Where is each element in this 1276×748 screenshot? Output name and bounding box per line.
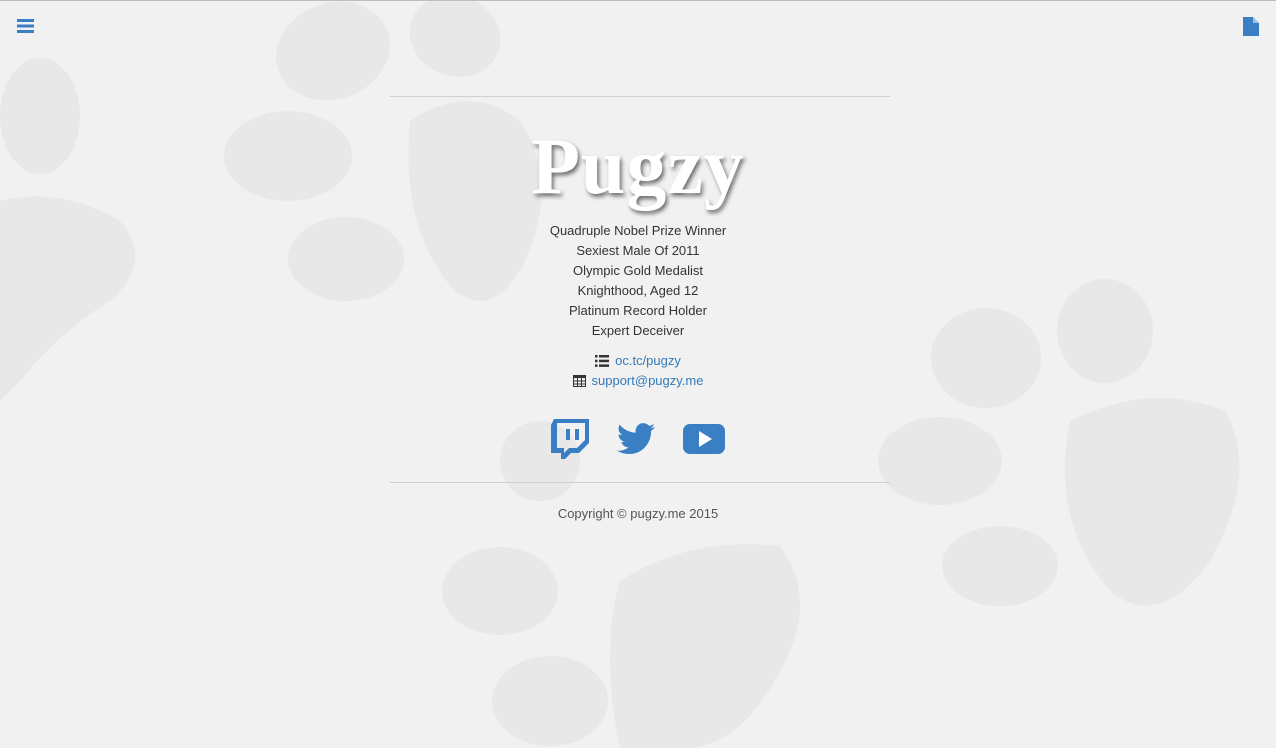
youtube-link[interactable] bbox=[683, 424, 725, 454]
table-icon bbox=[572, 375, 586, 387]
menu-button[interactable] bbox=[14, 15, 36, 37]
twitch-link[interactable] bbox=[551, 419, 589, 459]
credit-item: Expert Deceiver bbox=[591, 323, 685, 338]
bottom-divider bbox=[390, 482, 890, 483]
credit-item: Quadruple Nobel Prize Winner bbox=[549, 223, 727, 238]
contact-row-email: support@pugzy.me bbox=[0, 371, 1276, 391]
page-title: Pugzy bbox=[531, 123, 745, 211]
copyright-text: Copyright © pugzy.me 2015 bbox=[557, 506, 719, 521]
youtube-icon bbox=[683, 424, 725, 454]
contact-links: oc.tc/pugzy support@pugzy.me bbox=[0, 351, 1276, 391]
credit-item: Platinum Record Holder bbox=[568, 303, 707, 318]
top-divider bbox=[390, 96, 890, 97]
social-links bbox=[0, 419, 1276, 459]
list-icon bbox=[595, 355, 610, 367]
twitter-icon bbox=[617, 423, 655, 455]
file-icon bbox=[1243, 16, 1259, 36]
credit-item: Olympic Gold Medalist bbox=[572, 263, 704, 278]
credit-item: Knighthood, Aged 12 bbox=[577, 283, 699, 298]
server-link[interactable]: oc.tc/pugzy bbox=[615, 351, 681, 371]
email-link[interactable]: support@pugzy.me bbox=[592, 371, 704, 391]
contact-row-server: oc.tc/pugzy bbox=[0, 351, 1276, 371]
credit-item: Sexiest Male Of 2011 bbox=[576, 243, 700, 258]
document-button[interactable] bbox=[1240, 15, 1262, 37]
twitter-link[interactable] bbox=[617, 423, 655, 455]
bars-icon bbox=[16, 19, 34, 33]
credits-list: Quadruple Nobel Prize Winner Sexiest Mal… bbox=[0, 221, 1276, 341]
twitch-icon bbox=[551, 419, 589, 459]
